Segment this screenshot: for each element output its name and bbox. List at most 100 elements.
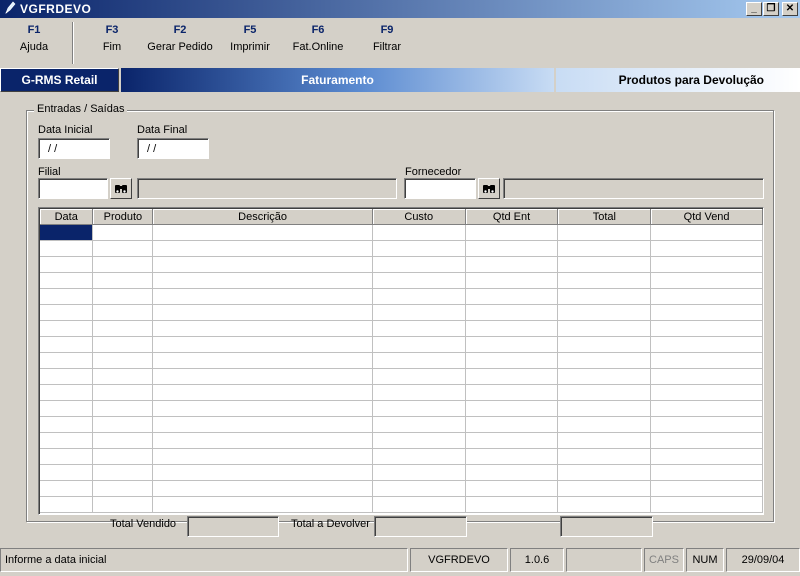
grid-cell[interactable] [465, 480, 559, 497]
table-row[interactable] [40, 240, 763, 257]
grid-cell[interactable] [465, 352, 559, 369]
grid-cell[interactable] [152, 304, 373, 321]
grid-cell[interactable] [152, 400, 373, 417]
grid-cell[interactable] [465, 416, 559, 433]
branch-field[interactable] [38, 178, 108, 199]
grid-cell[interactable] [372, 368, 466, 385]
grid-cell[interactable] [92, 448, 154, 465]
grid-cell[interactable] [557, 272, 652, 289]
grid-cell[interactable] [92, 240, 154, 257]
grid-cell[interactable] [650, 240, 763, 257]
grid-cell[interactable] [92, 464, 154, 481]
grid-cell[interactable] [152, 464, 373, 481]
grid-cell[interactable] [557, 416, 652, 433]
grid-cell[interactable] [372, 320, 466, 337]
grid-cell[interactable] [465, 304, 559, 321]
grid-cell[interactable] [650, 400, 763, 417]
grid-cell[interactable] [650, 272, 763, 289]
grid-cell[interactable] [465, 320, 559, 337]
grid-cell[interactable] [557, 304, 652, 321]
grid-cell[interactable] [92, 384, 154, 401]
grid-cell[interactable] [92, 272, 154, 289]
grid-cell[interactable] [92, 400, 154, 417]
grid-cell[interactable] [557, 496, 652, 513]
grid-cell[interactable] [465, 240, 559, 257]
column-header[interactable]: Total [557, 209, 652, 225]
grid-cell[interactable] [650, 304, 763, 321]
table-row[interactable] [40, 352, 763, 369]
grid-cell[interactable] [372, 256, 466, 273]
grid-cell[interactable] [372, 240, 466, 257]
grid-cell[interactable] [465, 464, 559, 481]
end-date-field[interactable] [137, 138, 209, 159]
grid-cell[interactable] [372, 272, 466, 289]
grid-cell[interactable] [372, 464, 466, 481]
grid-cell[interactable] [557, 320, 652, 337]
column-header[interactable]: Qtd Ent [465, 209, 559, 225]
table-row[interactable] [40, 464, 763, 481]
table-row[interactable] [40, 288, 763, 305]
grid-cell[interactable] [372, 432, 466, 449]
grid-cell[interactable] [557, 432, 652, 449]
grid-cell[interactable] [372, 352, 466, 369]
grid-cell[interactable] [92, 432, 154, 449]
grid-cell[interactable] [152, 320, 373, 337]
table-row[interactable] [40, 320, 763, 337]
grid-cell[interactable] [152, 416, 373, 433]
grid-cell[interactable] [40, 432, 94, 449]
grid-cell[interactable] [372, 480, 466, 497]
grid-cell[interactable] [465, 384, 559, 401]
grid-cell[interactable] [152, 352, 373, 369]
grid-cell[interactable] [465, 224, 559, 241]
grid-cell[interactable] [372, 224, 466, 241]
grid-cell[interactable] [152, 272, 373, 289]
minimize-button[interactable]: _ [746, 2, 762, 16]
grid-cell[interactable] [40, 304, 94, 321]
grid-cell[interactable] [650, 368, 763, 385]
grid-cell[interactable] [92, 416, 154, 433]
table-row[interactable] [40, 384, 763, 401]
grid-cell[interactable] [92, 480, 154, 497]
grid-cell[interactable] [557, 240, 652, 257]
table-row[interactable] [40, 304, 763, 321]
grid-cell[interactable] [650, 416, 763, 433]
grid-cell[interactable] [650, 480, 763, 497]
grid-cell[interactable] [152, 288, 373, 305]
print-button[interactable]: F5 Imprimir [225, 24, 275, 53]
grid-cell[interactable] [557, 448, 652, 465]
grid-cell[interactable] [650, 384, 763, 401]
grid-cell[interactable] [152, 448, 373, 465]
grid-cell[interactable] [372, 448, 466, 465]
close-button[interactable]: ✕ [782, 2, 798, 16]
grid-cell[interactable] [40, 336, 94, 353]
table-row[interactable] [40, 480, 763, 497]
grid-cell[interactable] [40, 224, 94, 241]
grid-cell[interactable] [40, 448, 94, 465]
grid-cell[interactable] [557, 464, 652, 481]
grid-cell[interactable] [152, 368, 373, 385]
grid-cell[interactable] [557, 384, 652, 401]
grid-cell[interactable] [40, 400, 94, 417]
grid-cell[interactable] [650, 288, 763, 305]
grid-cell[interactable] [650, 496, 763, 513]
grid-cell[interactable] [465, 272, 559, 289]
grid-cell[interactable] [465, 256, 559, 273]
grid-cell[interactable] [650, 448, 763, 465]
grid-cell[interactable] [92, 288, 154, 305]
fat-online-button[interactable]: F6 Fat.Online [290, 24, 346, 53]
grid-cell[interactable] [557, 256, 652, 273]
supplier-search-button[interactable] [478, 178, 500, 199]
grid-cell[interactable] [372, 416, 466, 433]
grid-cell[interactable] [372, 496, 466, 513]
grid-cell[interactable] [152, 432, 373, 449]
table-row[interactable] [40, 272, 763, 289]
grid-cell[interactable] [40, 496, 94, 513]
restore-button[interactable]: ❐ [763, 2, 779, 16]
column-header[interactable]: Produto [92, 209, 154, 225]
grid-cell[interactable] [557, 288, 652, 305]
grid-cell[interactable] [650, 256, 763, 273]
grid-cell[interactable] [465, 288, 559, 305]
grid-cell[interactable] [557, 480, 652, 497]
grid-cell[interactable] [152, 480, 373, 497]
grid-cell[interactable] [92, 368, 154, 385]
